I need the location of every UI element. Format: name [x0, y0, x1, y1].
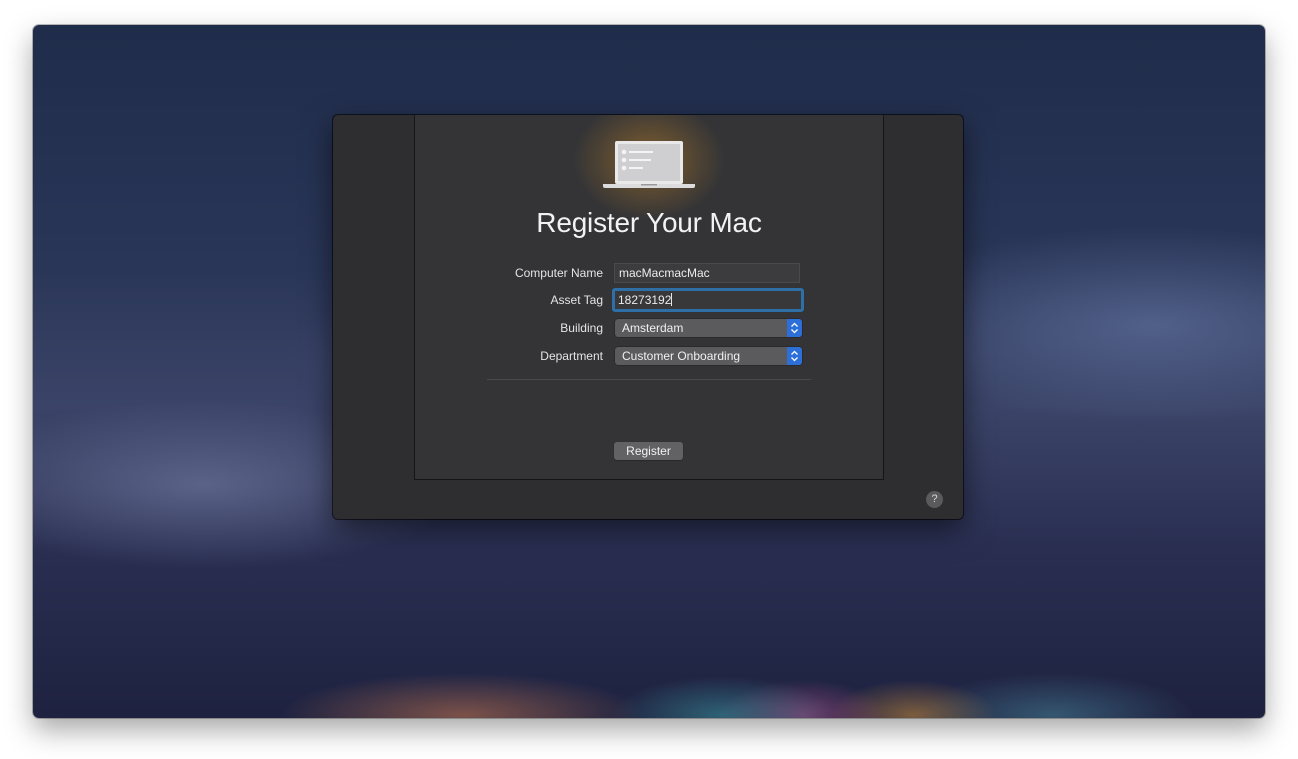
building-popup[interactable]: Amsterdam [615, 319, 802, 337]
chevron-up-down-icon [787, 347, 802, 365]
register-button[interactable]: Register [614, 442, 683, 460]
building-selected-value: Amsterdam [622, 321, 684, 335]
dialog-title: Register Your Mac [536, 207, 762, 238]
building-row: Building Amsterdam [415, 317, 883, 339]
registration-window: Register Your Mac Computer Name macMacma… [333, 115, 963, 519]
department-popup[interactable]: Customer Onboarding [615, 347, 802, 365]
asset-tag-label: Asset Tag [550, 293, 603, 307]
chevron-up-down-icon [787, 319, 802, 337]
department-selected-value: Customer Onboarding [622, 349, 741, 363]
form-divider [487, 379, 811, 380]
computer-name-field[interactable]: macMacmacMac [614, 263, 800, 283]
asset-tag-row: Asset Tag 18273192 [415, 288, 883, 312]
text-caret [671, 293, 673, 306]
building-label: Building [560, 321, 603, 335]
computer-name-row: Computer Name macMacmacMac [415, 262, 883, 284]
department-row: Department Customer Onboarding [415, 345, 883, 367]
computer-name-label: Computer Name [514, 266, 603, 280]
laptop-checklist-icon [603, 141, 695, 188]
department-label: Department [540, 349, 603, 363]
asset-tag-value: 18273192 [618, 293, 672, 307]
desktop-background: Register Your Mac Computer Name macMacma… [33, 25, 1265, 718]
registration-panel: Register Your Mac Computer Name macMacma… [414, 115, 884, 480]
help-button[interactable]: ? [926, 491, 943, 508]
asset-tag-field[interactable]: 18273192 [612, 288, 804, 312]
